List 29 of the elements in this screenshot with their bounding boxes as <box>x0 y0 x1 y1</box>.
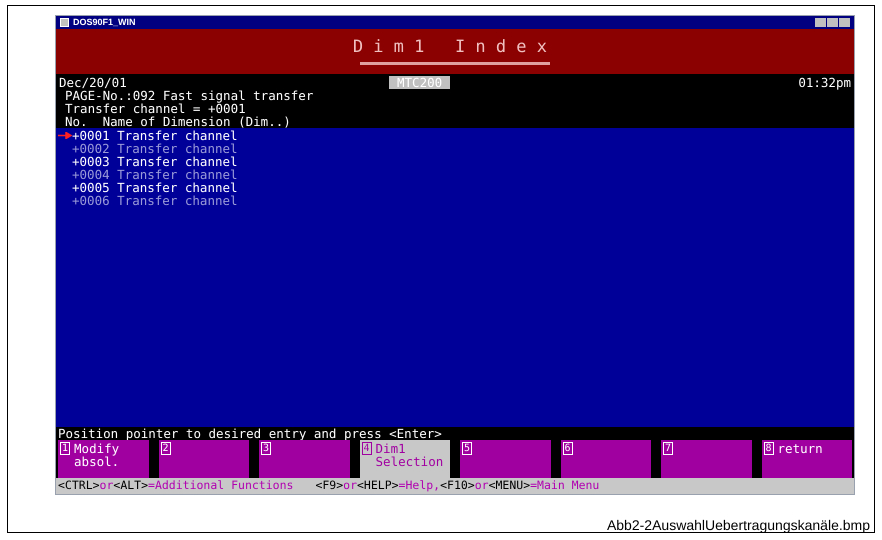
function-key[interactable]: 3 <box>259 440 350 478</box>
info-line: Transfer channel = +0001 <box>65 102 247 115</box>
screen-title: Dim1 Index <box>352 38 558 56</box>
list-item[interactable]: +0004 Transfer channel <box>72 168 238 181</box>
date-text: Dec/20/01 <box>59 76 127 89</box>
list-item[interactable]: +0005 Transfer channel <box>72 181 238 194</box>
function-key[interactable]: 1 Modify absol. <box>58 440 148 478</box>
info-line: PAGE-No.:092 Fast signal transfer <box>65 89 314 102</box>
prompt-text: Position pointer to desired entry and press <Enter> <box>57 427 443 440</box>
app-icon <box>60 18 69 27</box>
controller-badge: MTC200 <box>389 76 450 89</box>
function-key[interactable]: 4 Dim1 Selection <box>360 440 450 478</box>
info-line: No. Name of Dimension (Dim..) <box>65 115 292 128</box>
function-key[interactable]: 2 <box>158 440 249 478</box>
function-key[interactable]: 7 <box>661 440 752 478</box>
hint-bar: <CTRL>or<ALT>=Additional Functions <F9>or<HELP>=Help,<F10>or<MENU>=Main Menu <box>56 478 854 494</box>
list-item[interactable]: +0002 Transfer channel <box>72 142 238 155</box>
maximize-button[interactable] <box>827 18 838 27</box>
close-button[interactable] <box>839 18 850 27</box>
list-item[interactable]: +0006 Transfer channel <box>72 194 238 207</box>
function-key[interactable]: 6 <box>560 440 651 478</box>
list-item[interactable]: +0001 Transfer channel <box>72 129 238 142</box>
function-key[interactable]: 5 <box>460 440 550 478</box>
window-title: DOS90F1_WIN <box>73 18 136 27</box>
function-key[interactable]: 8 return <box>762 440 852 478</box>
list-item[interactable]: +0003 Transfer channel <box>72 155 238 168</box>
minimize-button[interactable] <box>815 18 826 27</box>
image-caption: Abb2-2AuswahlUebertragungskanäle.bmp <box>606 516 870 535</box>
time-text: 01:32pm <box>798 76 851 89</box>
